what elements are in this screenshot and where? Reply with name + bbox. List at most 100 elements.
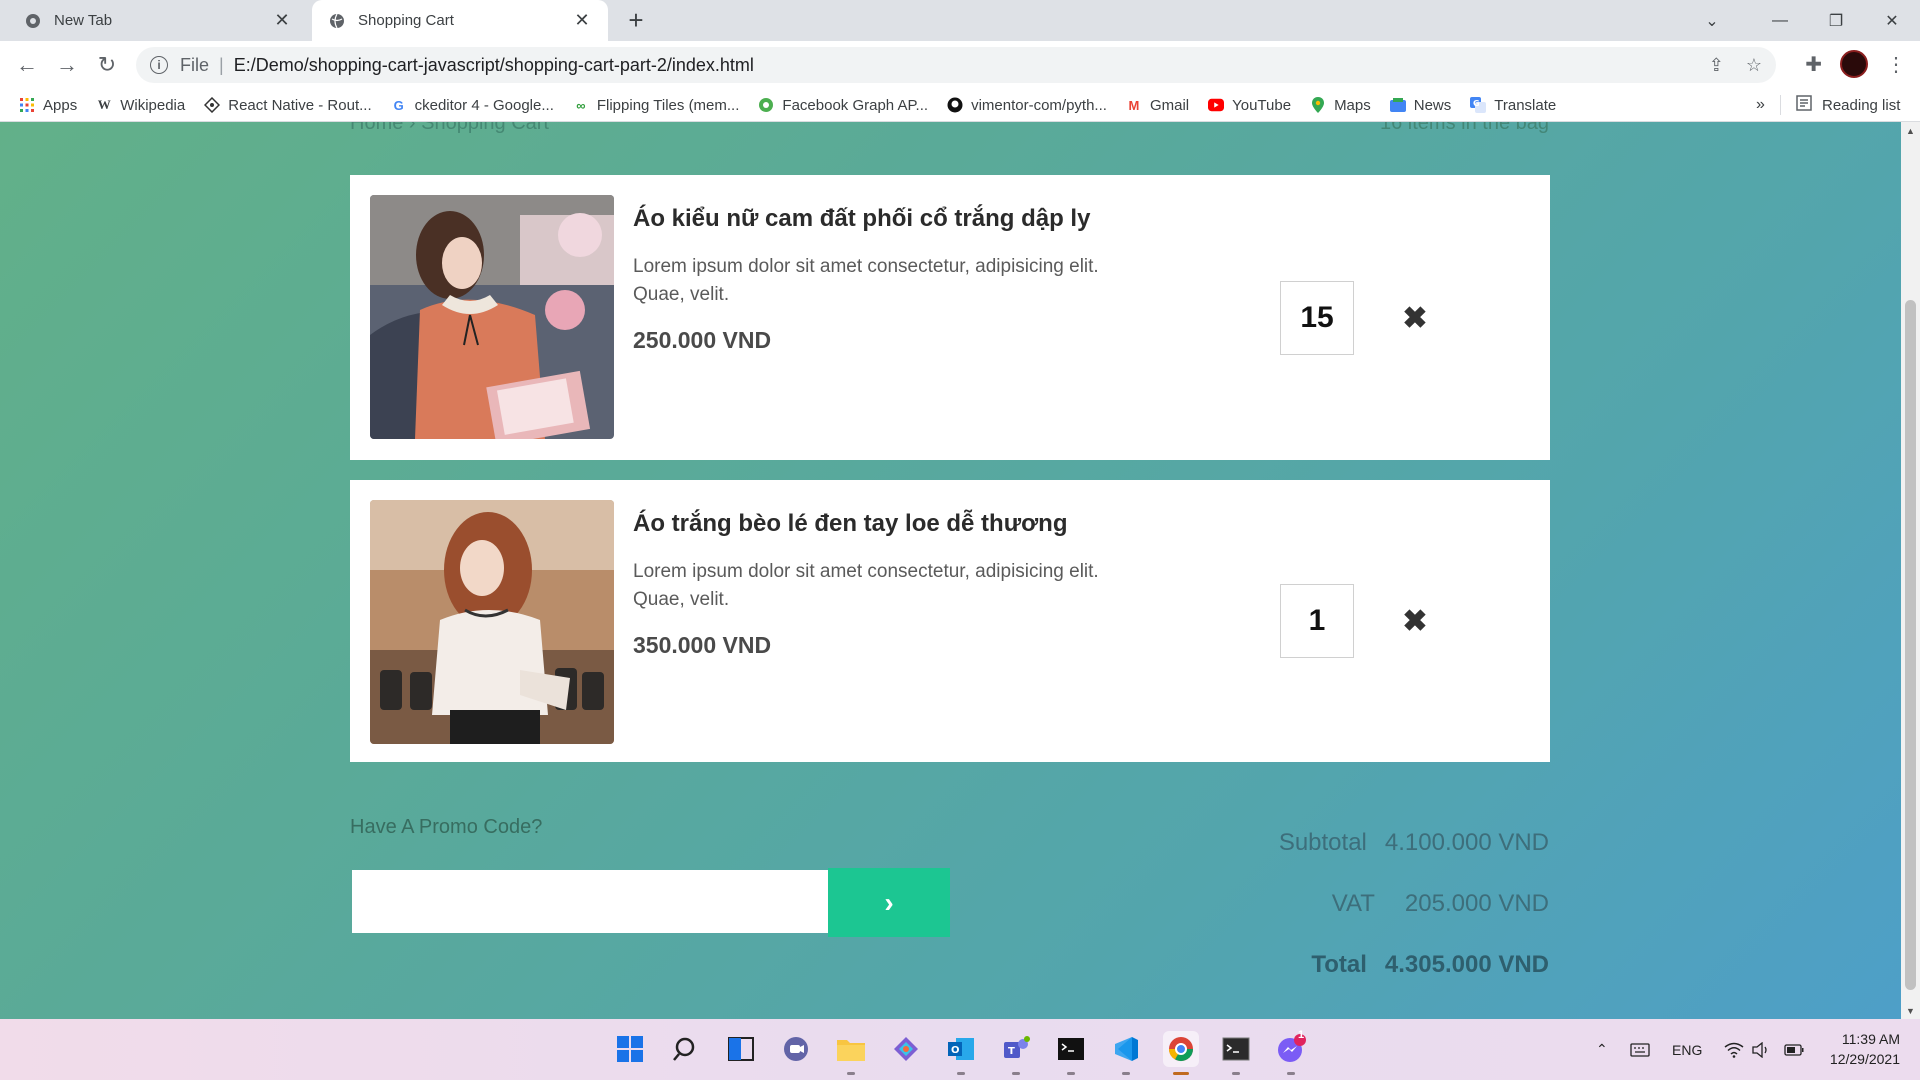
restore-icon[interactable]: ❐ [1808, 0, 1864, 41]
clock-time: 11:39 AM [1841, 1031, 1900, 1047]
divider: | [219, 54, 224, 75]
graph-api-icon [758, 97, 774, 113]
search-icon[interactable] [668, 1031, 704, 1067]
reading-list-icon [1796, 95, 1812, 115]
forward-arrow-icon[interactable]: → [52, 50, 82, 80]
total-label: Total [1311, 951, 1367, 978]
bookmark-label: vimentor-com/pyth... [971, 96, 1107, 114]
terminal-icon[interactable] [1053, 1031, 1089, 1075]
product-title[interactable]: Áo kiểu nữ cam đất phối cổ trắng dập ly [633, 205, 1090, 233]
teams-icon[interactable]: T [998, 1031, 1034, 1075]
bookmark-label: Facebook Graph AP... [782, 96, 929, 114]
remove-item-button[interactable]: ✖ [1368, 281, 1462, 355]
scroll-up-arrow-icon[interactable]: ▲ [1901, 122, 1920, 139]
close-icon[interactable]: ✕ [572, 10, 592, 31]
command-prompt-icon[interactable] [1218, 1031, 1254, 1075]
bookmark-label: Flipping Tiles (mem... [596, 96, 740, 114]
chevron-down-icon[interactable]: ⌄ [1684, 0, 1740, 41]
system-clock[interactable]: 11:39 AM 12/29/2021 [1822, 1029, 1900, 1069]
language-indicator[interactable]: ENG [1672, 1019, 1702, 1080]
bookmark-maps[interactable]: Maps [1310, 97, 1371, 114]
bookmark-react-native[interactable]: React Native - Rout... [204, 96, 372, 114]
remove-item-button[interactable]: ✖ [1368, 584, 1462, 658]
product-description: Lorem ipsum dolor sit amet consectetur, … [633, 256, 1099, 305]
windows-start-icon[interactable] [612, 1031, 648, 1067]
git-kraken-icon[interactable] [888, 1031, 924, 1067]
bookmark-facebook-graph[interactable]: Facebook Graph AP... [758, 97, 928, 114]
bookmark-flipping-tiles[interactable]: ∞ Flipping Tiles (mem... [573, 96, 740, 114]
maps-icon [1310, 97, 1326, 113]
close-window-icon[interactable]: ✕ [1864, 0, 1920, 41]
youtube-icon [1208, 97, 1225, 113]
product-image [370, 195, 614, 439]
bookmark-translate[interactable]: G Translate [1470, 97, 1556, 114]
outlook-icon[interactable]: O [943, 1031, 979, 1075]
translate-icon: G [1470, 97, 1487, 113]
bookmark-news[interactable]: News [1389, 97, 1451, 114]
bookmark-label: React Native - Rout... [228, 96, 372, 114]
kebab-menu-icon[interactable]: ⋮ [1886, 52, 1906, 77]
bookmark-ckeditor[interactable]: G ckeditor 4 - Google... [391, 97, 554, 114]
wikipedia-icon: W [97, 97, 111, 112]
vscode-icon[interactable] [1108, 1031, 1144, 1075]
tab-title: Shopping Cart [358, 12, 454, 29]
bookmark-youtube[interactable]: YouTube [1208, 97, 1291, 114]
new-tab-button[interactable]: + [622, 5, 650, 35]
volume-icon[interactable] [1752, 1019, 1770, 1080]
battery-icon[interactable] [1784, 1019, 1804, 1080]
scrollbar-thumb[interactable] [1905, 300, 1916, 990]
messenger-icon[interactable]: 1 [1273, 1029, 1309, 1075]
browser-toolbar: ← → ↻ i File | E:/Demo/shopping-cart-jav… [0, 41, 1920, 89]
share-icon[interactable]: ⇪ [1709, 55, 1724, 76]
vertical-scrollbar[interactable]: ▲ ▼ [1901, 122, 1920, 1019]
news-icon [1389, 97, 1406, 113]
profile-avatar[interactable] [1840, 50, 1868, 78]
extensions-puzzle-icon[interactable]: ✚ [1805, 52, 1822, 77]
file-explorer-icon[interactable] [833, 1031, 869, 1075]
svg-text:T: T [1008, 1046, 1015, 1057]
bookmarks-bar: Apps W Wikipedia React Native - Rout... … [0, 89, 1920, 122]
promo-code-input[interactable] [352, 870, 828, 933]
tab-new-tab[interactable]: New Tab ✕ [8, 0, 308, 41]
gmail-icon: M [1128, 97, 1140, 113]
tab-shopping-cart[interactable]: Shopping Cart ✕ [312, 0, 608, 41]
show-hidden-icons-chevron[interactable]: ⌃ [1596, 1019, 1608, 1080]
wifi-icon[interactable] [1724, 1019, 1744, 1080]
subtotal-value: 4.100.000 VND [1384, 829, 1549, 856]
tab-strip: New Tab ✕ Shopping Cart ✕ + ⌄ — ❐ ✕ [0, 0, 1920, 41]
vat-value: 205.000 VND [1404, 890, 1549, 917]
more-bookmarks-chevron[interactable]: » [1756, 96, 1765, 114]
quantity-input[interactable]: 15 [1280, 281, 1354, 355]
vat-row: VAT 205.000 VND [1332, 890, 1549, 918]
breadcrumb[interactable]: Home › Shopping Cart [350, 122, 549, 135]
bookmark-vimentor[interactable]: vimentor-com/pyth... [947, 97, 1107, 114]
back-arrow-icon[interactable]: ← [12, 50, 42, 80]
bookmark-apps[interactable]: Apps [19, 97, 77, 114]
github-icon [947, 97, 963, 113]
quantity-input[interactable]: 1 [1280, 584, 1354, 658]
reload-icon[interactable]: ↻ [92, 50, 122, 80]
info-icon[interactable]: i [150, 56, 168, 74]
address-bar[interactable]: i File | E:/Demo/shopping-cart-javascrip… [136, 47, 1776, 83]
page-viewport: Home › Shopping Cart 16 items in the bag… [0, 122, 1901, 1019]
chrome-icon [24, 12, 42, 30]
product-description: Lorem ipsum dolor sit amet consectetur, … [633, 561, 1099, 610]
chrome-taskbar-icon[interactable] [1163, 1031, 1199, 1075]
url-text[interactable]: E:/Demo/shopping-cart-javascript/shoppin… [234, 55, 754, 76]
chat-icon[interactable] [778, 1031, 814, 1067]
subtotal-label: Subtotal [1278, 829, 1367, 856]
minimize-icon[interactable]: — [1752, 0, 1808, 41]
star-icon[interactable]: ☆ [1746, 55, 1762, 76]
scroll-down-arrow-icon[interactable]: ▼ [1901, 1002, 1920, 1019]
product-title[interactable]: Áo trắng bèo lé đen tay loe dễ thương [633, 510, 1067, 538]
bookmark-label: YouTube [1232, 96, 1292, 114]
item-count: 16 items in the bag [1380, 122, 1549, 134]
bookmark-gmail[interactable]: M Gmail [1126, 97, 1190, 114]
promo-submit-button[interactable]: › [828, 868, 950, 937]
keyboard-icon[interactable] [1630, 1019, 1650, 1080]
reading-list-button[interactable]: Reading list [1796, 95, 1900, 115]
svg-text:O: O [951, 1045, 960, 1056]
close-icon[interactable]: ✕ [272, 10, 292, 31]
bookmark-wikipedia[interactable]: W Wikipedia [96, 97, 186, 114]
task-view-icon[interactable] [723, 1031, 759, 1067]
